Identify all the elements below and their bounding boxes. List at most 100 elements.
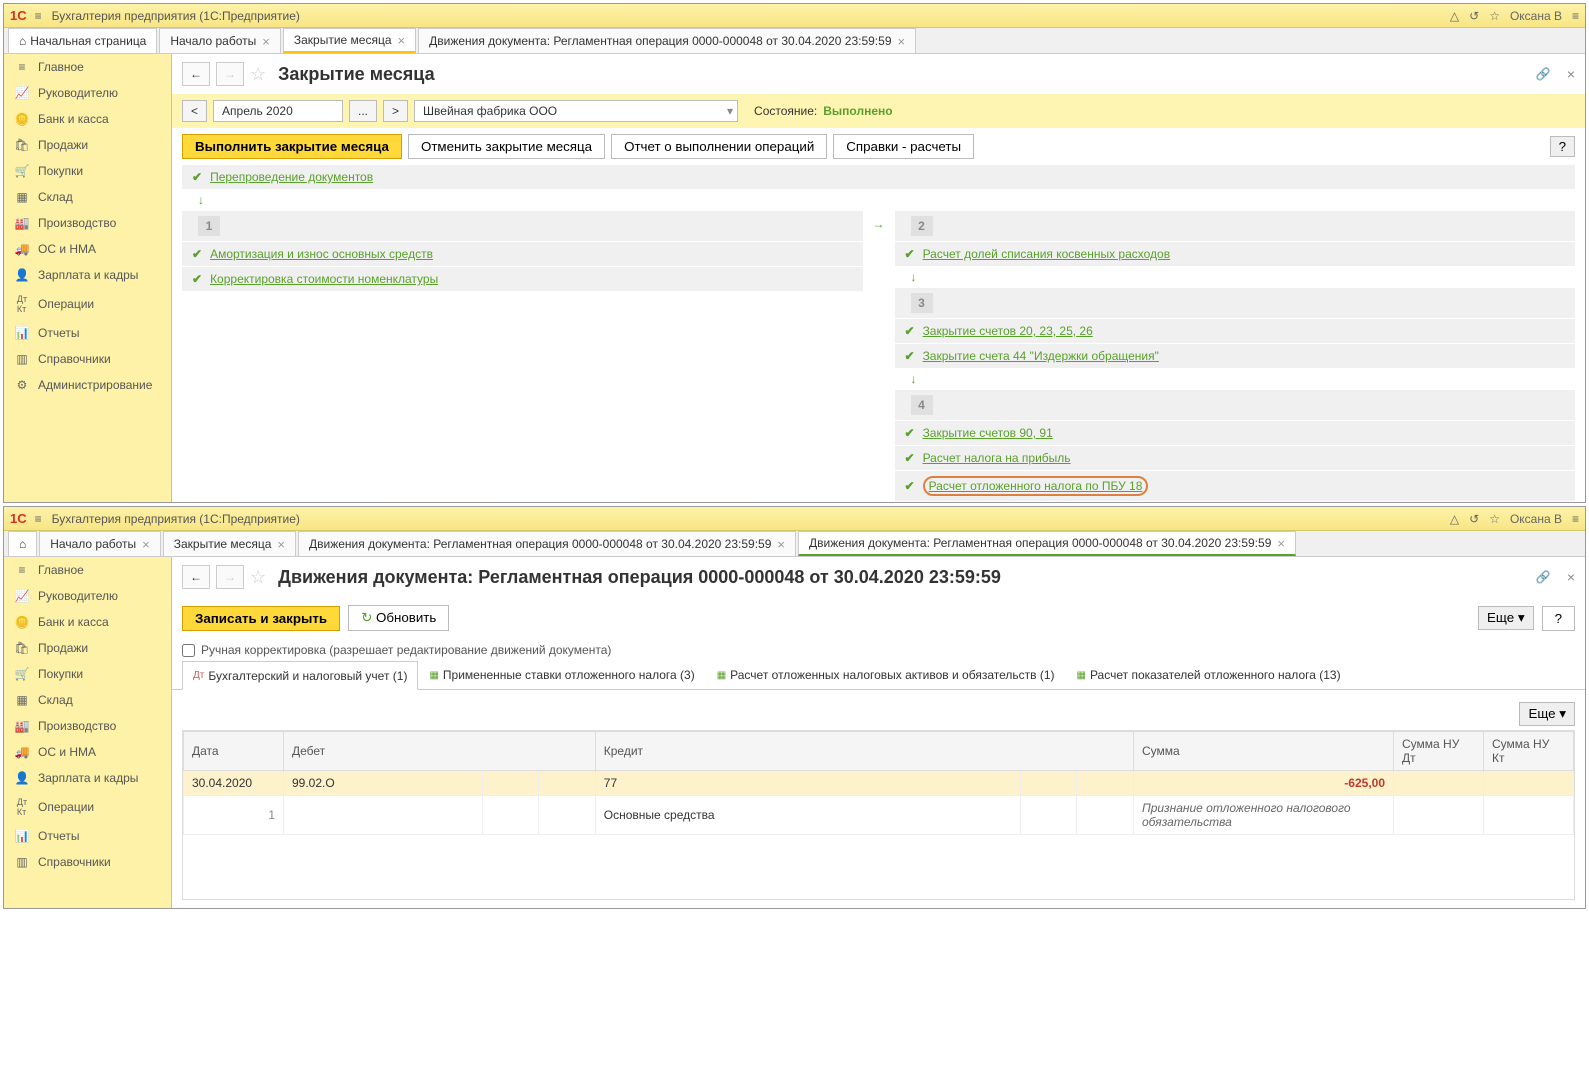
sidebar-item-sales[interactable]: 🛍Продажи (4, 132, 171, 158)
period-input[interactable]: Апрель 2020 (213, 100, 343, 122)
save-close-button[interactable]: Записать и закрыть (182, 606, 340, 631)
sidebar-item-bank[interactable]: 🪙Банк и касса (4, 609, 171, 635)
op-close-90[interactable]: ✔Закрытие счетов 90, 91 (895, 421, 1576, 445)
op-link[interactable]: Расчет долей списания косвенных расходов (923, 247, 1171, 261)
op-link-highlighted[interactable]: Расчет отложенного налога по ПБУ 18 (923, 476, 1149, 496)
op-indirect[interactable]: ✔Расчет долей списания косвенных расходо… (895, 242, 1576, 266)
link-icon[interactable]: 🔗 (1536, 570, 1551, 584)
user-label[interactable]: Оксана В (1510, 512, 1562, 526)
sidebar-item-salary[interactable]: 👤Зарплата и кадры (4, 262, 171, 288)
inner-tab-accounting[interactable]: ДтБухгалтерский и налоговый учет (1) (182, 661, 418, 690)
col-date[interactable]: Дата (184, 732, 284, 771)
report-button[interactable]: Отчет о выполнении операций (611, 134, 827, 159)
star-icon[interactable]: ☆ (1489, 512, 1500, 526)
menu-icon[interactable]: ≡ (1572, 9, 1579, 23)
op-profit-tax[interactable]: ✔Расчет налога на прибыль (895, 446, 1576, 470)
sidebar-item-sales[interactable]: 🛍Продажи (4, 635, 171, 661)
sidebar-item-refs[interactable]: ▥Справочники (4, 346, 171, 372)
bell-icon[interactable]: △ (1450, 9, 1459, 23)
link-icon[interactable]: 🔗 (1536, 67, 1551, 81)
close-icon[interactable]: × (1567, 569, 1575, 585)
sidebar-item-purchases[interactable]: 🛒Покупки (4, 661, 171, 687)
period-next-button[interactable]: > (383, 100, 408, 122)
table-more-button[interactable]: Еще ▾ (1519, 702, 1575, 726)
tab-start[interactable]: Начало работы× (159, 28, 281, 53)
close-icon[interactable]: × (142, 537, 150, 552)
op-link[interactable]: Закрытие счетов 90, 91 (923, 426, 1053, 440)
tab-start[interactable]: Начало работы× (39, 531, 161, 556)
favorite-icon[interactable]: ☆ (250, 567, 266, 588)
bell-icon[interactable]: △ (1450, 512, 1459, 526)
op-link[interactable]: Корректировка стоимости номенклатуры (210, 272, 438, 286)
sidebar-item-operations[interactable]: ДтКтОперации (4, 791, 171, 823)
col-nukt[interactable]: Сумма НУ Кт (1484, 732, 1574, 771)
star-icon[interactable]: ☆ (1489, 9, 1500, 23)
col-sum[interactable]: Сумма (1134, 732, 1394, 771)
close-icon[interactable]: × (277, 537, 285, 552)
op-link[interactable]: Расчет налога на прибыль (923, 451, 1071, 465)
inner-tab-rates[interactable]: ▦Примененные ставки отложенного налога (… (418, 661, 705, 689)
favorite-icon[interactable]: ☆ (250, 64, 266, 85)
menu-icon[interactable]: ≡ (1572, 512, 1579, 526)
burger-icon[interactable]: ≡ (35, 512, 42, 526)
col-nudt[interactable]: Сумма НУ Дт (1394, 732, 1484, 771)
sidebar-item-reports[interactable]: 📊Отчеты (4, 823, 171, 849)
table-row[interactable]: 1 Основные средства Признание отложенног… (184, 796, 1574, 835)
manual-correction-row[interactable]: Ручная корректировка (разрешает редактир… (172, 639, 1585, 661)
forward-button[interactable]: → (216, 62, 244, 86)
table-row[interactable]: 30.04.2020 99.02.О 77 -625,00 (184, 771, 1574, 796)
op-cost-corr[interactable]: ✔Корректировка стоимости номенклатуры (182, 267, 863, 291)
tab-month-close[interactable]: Закрытие месяца× (163, 531, 296, 556)
home-tab[interactable]: ⌂ (8, 531, 37, 556)
references-button[interactable]: Справки - расчеты (833, 134, 974, 159)
inner-tab-indicators[interactable]: ▦Расчет показателей отложенного налога (… (1066, 661, 1352, 689)
close-icon[interactable]: × (777, 537, 785, 552)
sidebar-item-warehouse[interactable]: ▦Склад (4, 184, 171, 210)
col-credit[interactable]: Кредит (595, 732, 1133, 771)
close-icon[interactable]: × (1567, 66, 1575, 82)
more-button[interactable]: Еще ▾ (1478, 606, 1534, 630)
forward-button[interactable]: → (216, 565, 244, 589)
user-label[interactable]: Оксана В (1510, 9, 1562, 23)
close-icon[interactable]: × (262, 34, 270, 49)
op-deferred-tax[interactable]: ✔Расчет отложенного налога по ПБУ 18 (895, 471, 1576, 501)
sidebar-item-admin[interactable]: ⚙Администрирование (4, 372, 171, 398)
org-select[interactable]: Швейная фабрика ООО▾ (414, 100, 738, 122)
op-close-44[interactable]: ✔Закрытие счета 44 "Издержки обращения" (895, 344, 1576, 368)
history-icon[interactable]: ↺ (1469, 512, 1479, 526)
sidebar-item-os[interactable]: 🚚ОС и НМА (4, 739, 171, 765)
cancel-close-button[interactable]: Отменить закрытие месяца (408, 134, 605, 159)
manual-correction-checkbox[interactable] (182, 644, 195, 657)
sidebar-item-main[interactable]: ≡Главное (4, 557, 171, 583)
refresh-button[interactable]: ↻ Обновить (348, 605, 449, 631)
period-prev-button[interactable]: < (182, 100, 207, 122)
sidebar-item-refs[interactable]: ▥Справочники (4, 849, 171, 875)
col-debit[interactable]: Дебет (284, 732, 596, 771)
op-amort[interactable]: ✔Амортизация и износ основных средств (182, 242, 863, 266)
history-icon[interactable]: ↺ (1469, 9, 1479, 23)
op-link[interactable]: Перепроведение документов (210, 170, 373, 184)
sidebar-item-production[interactable]: 🏭Производство (4, 713, 171, 739)
tab-doc-moves[interactable]: Движения документа: Регламентная операци… (418, 28, 916, 53)
back-button[interactable]: ← (182, 565, 210, 589)
sidebar-item-bank[interactable]: 🪙Банк и касса (4, 106, 171, 132)
close-icon[interactable]: × (1277, 536, 1285, 551)
op-link[interactable]: Закрытие счета 44 "Издержки обращения" (923, 349, 1159, 363)
sidebar-item-operations[interactable]: ДтКтОперации (4, 288, 171, 320)
period-more-button[interactable]: ... (349, 100, 377, 122)
close-icon[interactable]: × (898, 34, 906, 49)
tab-month-close[interactable]: Закрытие месяца× (283, 28, 416, 53)
op-close-20[interactable]: ✔Закрытие счетов 20, 23, 25, 26 (895, 319, 1576, 343)
home-tab[interactable]: ⌂Начальная страница (8, 28, 157, 53)
table-scroll[interactable]: Дата Дебет Кредит Сумма Сумма НУ Дт Сумм… (182, 730, 1575, 900)
sidebar-item-reports[interactable]: 📊Отчеты (4, 320, 171, 346)
help-button[interactable]: ? (1542, 606, 1575, 631)
sidebar-item-manager[interactable]: 📈Руководителю (4, 80, 171, 106)
burger-icon[interactable]: ≡ (35, 9, 42, 23)
sidebar-item-main[interactable]: ≡Главное (4, 54, 171, 80)
sidebar-item-purchases[interactable]: 🛒Покупки (4, 158, 171, 184)
close-icon[interactable]: × (398, 33, 406, 48)
tab-doc-moves-1[interactable]: Движения документа: Регламентная операци… (298, 531, 796, 556)
sidebar-item-warehouse[interactable]: ▦Склад (4, 687, 171, 713)
tab-doc-moves-2[interactable]: Движения документа: Регламентная операци… (798, 531, 1296, 556)
